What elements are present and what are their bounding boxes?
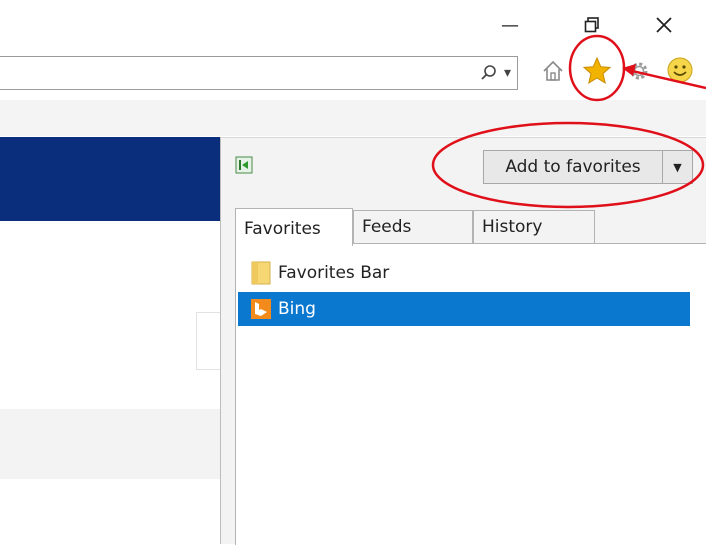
list-item-label: Favorites Bar (278, 263, 390, 283)
restore-icon (584, 17, 599, 33)
add-to-favorites-button[interactable]: Add to favorites (483, 150, 663, 184)
close-icon (656, 17, 672, 33)
close-button[interactable] (644, 10, 684, 40)
command-bar-area (0, 100, 706, 136)
tab-history-label: History (482, 217, 543, 237)
tab-favorites[interactable]: Favorites (235, 208, 353, 246)
tab-favorites-label: Favorites (244, 219, 321, 239)
address-bar-controls: ▾ (480, 63, 511, 83)
minimize-button[interactable]: — (490, 10, 530, 40)
page-section (0, 409, 220, 479)
pin-panel-button[interactable] (235, 156, 253, 174)
tab-history[interactable]: History (473, 210, 595, 244)
restore-button[interactable] (572, 10, 612, 40)
address-bar[interactable]: ▾ (0, 56, 518, 90)
favorites-list: Favorites Bar Bing (235, 243, 706, 545)
feedback-button[interactable] (666, 56, 694, 84)
tools-button[interactable] (626, 58, 652, 84)
browser-toolbar: ▾ (0, 48, 706, 100)
smiley-icon (667, 57, 693, 83)
chevron-down-icon: ▼ (673, 160, 682, 174)
list-item-label: Bing (278, 299, 316, 319)
page-scroll-tab[interactable] (196, 312, 221, 370)
page-banner (0, 137, 220, 221)
add-to-favorites-label: Add to favorites (505, 157, 641, 177)
home-button[interactable] (540, 58, 566, 84)
address-dropdown-icon[interactable]: ▾ (504, 65, 511, 81)
pin-arrow-icon (235, 156, 253, 174)
tab-feeds-label: Feeds (362, 217, 412, 237)
folder-icon (251, 261, 271, 285)
favorites-button[interactable] (582, 56, 612, 86)
bing-icon (251, 299, 271, 319)
tab-feeds[interactable]: Feeds (353, 210, 473, 244)
add-to-favorites-dropdown[interactable]: ▼ (663, 150, 693, 184)
minimize-icon: — (501, 14, 519, 36)
gear-icon (630, 62, 648, 80)
favorites-center-panel: Add to favorites ▼ Favorites Feeds Histo… (220, 137, 706, 545)
title-bar: — (0, 0, 706, 48)
star-icon (582, 56, 612, 85)
list-item[interactable]: Favorites Bar (238, 256, 389, 290)
search-icon[interactable] (480, 64, 498, 82)
list-item[interactable]: Bing (238, 292, 690, 326)
home-icon (543, 60, 563, 81)
